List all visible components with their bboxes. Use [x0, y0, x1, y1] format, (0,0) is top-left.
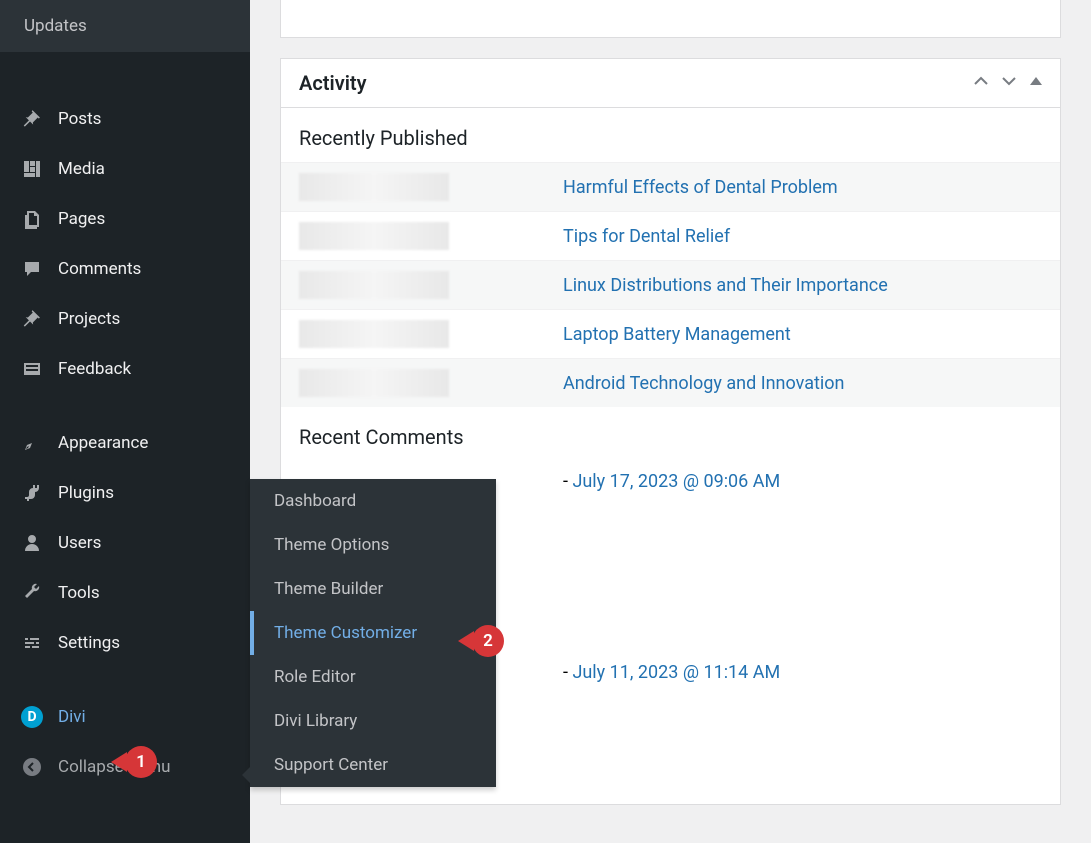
comments-icon — [20, 257, 44, 281]
sidebar-label: Comments — [58, 259, 141, 279]
pages-icon — [20, 207, 44, 231]
sidebar-item-posts[interactable]: Posts — [0, 94, 250, 144]
post-row: Tips for Dental Relief — [281, 211, 1060, 260]
panel-up-icon[interactable] — [974, 74, 988, 92]
post-link[interactable]: Linux Distributions and Their Importance — [563, 275, 888, 296]
brush-icon — [20, 431, 44, 455]
sidebar-label: Tools — [58, 583, 100, 603]
post-thumb — [299, 369, 449, 397]
activity-panel-header: Activity — [281, 59, 1060, 108]
sidebar-label: Feedback — [58, 359, 131, 379]
post-thumb — [299, 222, 449, 250]
sidebar-item-settings[interactable]: Settings — [0, 618, 250, 668]
users-icon — [20, 531, 44, 555]
post-link[interactable]: Android Technology and Innovation — [563, 373, 844, 394]
sidebar-item-media[interactable]: Media — [0, 144, 250, 194]
sidebar-label-updates: Updates — [24, 16, 87, 36]
sidebar-item-feedback[interactable]: Feedback — [0, 344, 250, 394]
submenu-role-editor[interactable]: Role Editor — [250, 655, 496, 699]
sidebar-item-tools[interactable]: Tools — [0, 568, 250, 618]
admin-sidebar: Updates Posts Media Pages Comments Proje… — [0, 0, 250, 843]
top-panel-edge — [280, 0, 1061, 38]
sidebar-label: Settings — [58, 633, 120, 653]
comment-date-link[interactable]: July 11, 2023 @ 11:14 AM — [572, 662, 780, 683]
recently-published-section: Recently Published Harmful Effects of De… — [281, 108, 1060, 407]
pin-icon — [20, 307, 44, 331]
post-row: Laptop Battery Management — [281, 309, 1060, 358]
annotation-2: 2 — [472, 625, 504, 657]
post-link[interactable]: Tips for Dental Relief — [563, 226, 730, 247]
sidebar-label: Pages — [58, 209, 105, 229]
panel-controls — [974, 74, 1042, 92]
submenu-theme-options[interactable]: Theme Options — [250, 523, 496, 567]
sidebar-item-divi[interactable]: D Divi — [0, 692, 250, 742]
sidebar-label: Appearance — [58, 433, 148, 453]
media-icon — [20, 157, 44, 181]
submenu-theme-builder[interactable]: Theme Builder — [250, 567, 496, 611]
post-link[interactable]: Laptop Battery Management — [563, 324, 791, 345]
sidebar-item-updates[interactable]: Updates — [0, 0, 250, 52]
post-row: Linux Distributions and Their Importance — [281, 260, 1060, 309]
sidebar-item-users[interactable]: Users — [0, 518, 250, 568]
panel-down-icon[interactable] — [1002, 74, 1016, 92]
sidebar-label: Posts — [58, 109, 101, 129]
section-recent-comments: Recent Comments — [281, 407, 1060, 461]
submenu-divi-library[interactable]: Divi Library — [250, 699, 496, 743]
settings-icon — [20, 631, 44, 655]
annotation-1: 1 — [125, 746, 157, 778]
post-link[interactable]: Harmful Effects of Dental Problem — [563, 177, 838, 198]
sidebar-label: Users — [58, 533, 101, 553]
post-row: Android Technology and Innovation — [281, 358, 1060, 407]
post-thumb — [299, 320, 449, 348]
post-thumb — [299, 173, 449, 201]
section-recently-published: Recently Published — [281, 108, 1060, 162]
pin-icon — [20, 107, 44, 131]
sidebar-item-appearance[interactable]: Appearance — [0, 418, 250, 468]
sidebar-label: Divi — [58, 707, 86, 727]
comment-date-link[interactable]: July 17, 2023 @ 09:06 AM — [572, 471, 780, 492]
submenu-dashboard[interactable]: Dashboard — [250, 479, 496, 523]
divi-icon: D — [20, 705, 44, 729]
sidebar-label: Media — [58, 159, 105, 179]
sidebar-item-plugins[interactable]: Plugins — [0, 468, 250, 518]
sidebar-item-comments[interactable]: Comments — [0, 244, 250, 294]
panel-title: Activity — [299, 71, 367, 95]
post-thumb — [299, 271, 449, 299]
sidebar-label: Plugins — [58, 483, 114, 503]
collapse-icon — [20, 755, 44, 779]
post-row: Harmful Effects of Dental Problem — [281, 162, 1060, 211]
panel-toggle-icon[interactable] — [1030, 75, 1042, 91]
sidebar-item-pages[interactable]: Pages — [0, 194, 250, 244]
feedback-icon — [20, 357, 44, 381]
sidebar-label: Projects — [58, 309, 120, 329]
sidebar-item-projects[interactable]: Projects — [0, 294, 250, 344]
submenu-support-center[interactable]: Support Center — [250, 743, 496, 787]
plugins-icon — [20, 481, 44, 505]
wrench-icon — [20, 581, 44, 605]
